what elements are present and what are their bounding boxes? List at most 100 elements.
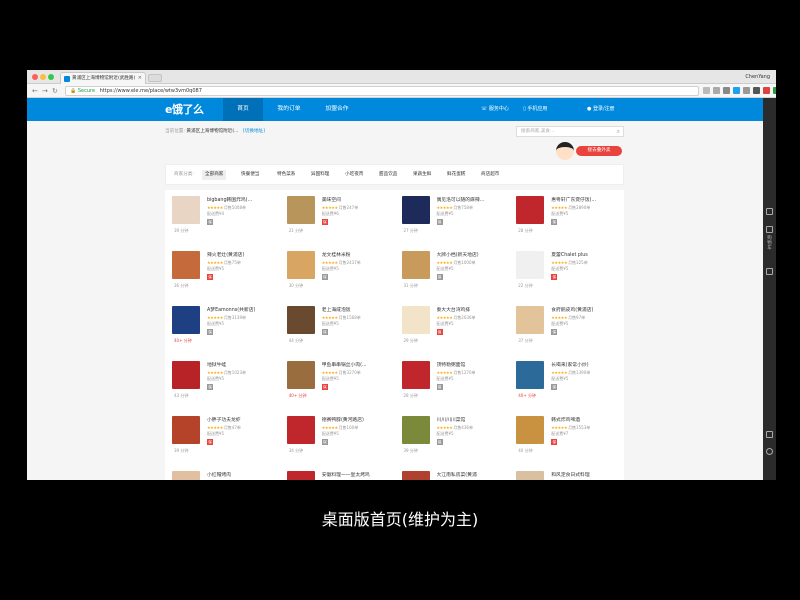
shop-card[interactable]: 地狱牛蛙 ★★★★★ 月售1023单 配送费¥5 保 43 分钟 <box>165 355 279 410</box>
close-window-button[interactable] <box>32 74 38 80</box>
filter-produce[interactable]: 果蔬生鲜 <box>410 170 434 180</box>
shop-name[interactable]: 安徽料理——皇太烤鸡 <box>322 472 388 479</box>
shop-name[interactable]: 韩式炸鸡啤酒 <box>551 417 617 424</box>
shop-card[interactable]: 惠粤轩广东煲仔饭(... ★★★★★ 月售2890单 配送费¥5 保 28 分钟 <box>509 190 623 245</box>
mobile-app-link[interactable]: ▯ 手机应用 <box>523 98 547 121</box>
extension-icon[interactable] <box>753 87 760 94</box>
shop-thumbnail[interactable] <box>172 306 200 334</box>
message-icon[interactable] <box>766 268 773 275</box>
cart-icon[interactable] <box>766 226 773 233</box>
shop-card[interactable]: 大江南私房菜(黄浦 <box>395 465 509 480</box>
service-center-link[interactable]: ☏ 服务中心 <box>481 98 509 121</box>
filter-cuisine[interactable]: 特色菜系 <box>274 170 298 180</box>
shop-thumbnail[interactable] <box>172 251 200 279</box>
shop-card[interactable]: 夏蕾Chalet plus ★★★★★ 月售325单 配送费¥5 保 22 分钟 <box>509 245 623 300</box>
shop-name[interactable]: 川川川川菜馆 <box>437 417 503 424</box>
tab-close-icon[interactable]: × <box>138 73 142 84</box>
shop-card[interactable]: 大牌小档(新天地店) ★★★★★ 月售1000单 配送费¥5 保 31 分钟 <box>395 245 509 300</box>
shop-name[interactable]: 偶见洛可以随的麻辣... <box>437 197 503 204</box>
shop-name[interactable]: A梦Eamonns(共新店) <box>207 307 273 314</box>
shop-card[interactable]: 辣火老灶(黄浦店) ★★★★★ 月售75单 配送费¥5 保 36 分钟 <box>165 245 279 300</box>
nav-my-orders[interactable]: 我的订单 <box>267 98 311 121</box>
doc-icon[interactable] <box>766 208 773 215</box>
shop-card[interactable]: 德赛鸭脖(黄河路店) ★★★★★ 月售160单 配送费¥5 保 34 分钟 <box>280 410 394 465</box>
nav-join[interactable]: 加盟合作 <box>315 98 359 121</box>
shop-thumbnail[interactable] <box>172 196 200 224</box>
shop-card[interactable]: 小胖子功夫龙虾 ★★★★★ 月售47单 配送费¥5 保 39 分钟 <box>165 410 279 465</box>
shop-card[interactable]: 川川川川菜馆 ★★★★★ 月售436单 配送费¥5 保 39 分钟 <box>395 410 509 465</box>
shop-thumbnail[interactable] <box>516 416 545 444</box>
filter-all[interactable]: 全部商家 <box>202 170 227 180</box>
shop-name[interactable]: 和风定食日式料理 <box>551 472 617 479</box>
shop-name[interactable]: 大牌小档(新天地店) <box>437 252 503 259</box>
minimize-window-button[interactable] <box>40 74 46 80</box>
shop-thumbnail[interactable] <box>401 416 430 444</box>
twitter-icon[interactable] <box>733 87 740 94</box>
filter-dessert[interactable]: 甜品饮品 <box>376 170 400 180</box>
bookmark-star-icon[interactable] <box>703 87 710 94</box>
extension-icon[interactable] <box>723 87 730 94</box>
shop-name[interactable]: 德赛鸭脖(黄河路店) <box>322 417 388 424</box>
shop-card[interactable]: 顶特勒粥面馆 ★★★★★ 月售1270单 配送费¥5 保 28 分钟 <box>395 355 509 410</box>
shop-name[interactable]: 顶特勒粥面馆 <box>437 362 503 369</box>
shop-name[interactable]: 长喝来(家常小炒) <box>551 362 617 369</box>
extension-icon[interactable] <box>713 87 720 94</box>
reload-icon[interactable]: ↻ <box>52 86 58 96</box>
shop-name[interactable]: 美味空间 <box>322 197 388 204</box>
shop-thumbnail[interactable] <box>286 471 315 480</box>
cart-label[interactable]: 购物车 <box>766 236 773 251</box>
shop-name[interactable]: 惠粤轩广东煲仔饭(... <box>551 197 617 204</box>
shop-name[interactable]: 小胖子功夫龙虾 <box>207 417 273 424</box>
extension-icon[interactable] <box>763 87 770 94</box>
shop-card[interactable]: 安徽料理——皇太烤鸡 <box>280 465 394 480</box>
url-field[interactable]: 🔒 Secure https://www.ele.me/place/wtw3vm… <box>65 86 699 96</box>
qr-code-icon[interactable] <box>766 431 773 438</box>
shop-name[interactable]: 夏蕾Chalet plus <box>551 252 617 259</box>
new-tab-button[interactable] <box>148 74 162 82</box>
shop-thumbnail[interactable] <box>401 471 430 480</box>
search-icon[interactable]: ⌕ <box>617 127 620 136</box>
search-input[interactable]: 搜索商家,美食... ⌕ <box>516 126 624 137</box>
shop-thumbnail[interactable] <box>516 361 545 389</box>
shop-card[interactable]: 小红帽烤肉 <box>165 465 279 480</box>
shop-card[interactable]: 美味空间 ★★★★★ 月售247单 配送费¥6 保 21 分钟 <box>280 190 394 245</box>
shop-thumbnail[interactable] <box>401 306 430 334</box>
shop-name[interactable]: 秦大大台湾鸡排 <box>437 307 503 314</box>
shop-card[interactable]: 韩式炸鸡啤酒 ★★★★★ 月售1553单 配送费¥7 保 40 分钟 <box>509 410 623 465</box>
shop-card[interactable]: 龙文桂林米粉 ★★★★★ 月售2437单 配送费¥5 保 30 分钟 <box>280 245 394 300</box>
shop-thumbnail[interactable] <box>286 196 315 224</box>
shop-card[interactable]: 偶见洛可以随的麻辣... ★★★★★ 月售758单 配送费¥5 保 27 分钟 <box>395 190 509 245</box>
shop-thumbnail[interactable] <box>286 361 315 389</box>
extension-icon[interactable] <box>743 87 750 94</box>
back-arrow-icon[interactable]: ← <box>32 86 38 96</box>
filter-fastfood[interactable]: 快餐便当 <box>238 170 262 180</box>
shop-thumbnail[interactable] <box>516 471 545 480</box>
shop-thumbnail[interactable] <box>286 251 315 279</box>
shop-name[interactable]: 龙文桂林米粉 <box>322 252 388 259</box>
maximize-window-button[interactable] <box>48 74 54 80</box>
shop-name[interactable]: 地狱牛蛙 <box>207 362 273 369</box>
login-link[interactable]: ● 登录/注册 <box>587 98 615 121</box>
promo-mascot[interactable]: 接去叠外卖 <box>550 140 626 164</box>
forward-arrow-icon[interactable]: → <box>42 86 48 96</box>
shop-name[interactable]: 大江南私房菜(黄浦 <box>437 472 503 479</box>
shop-card[interactable]: 食府鹅皮鸡(黄浦店) ★★★★★ 月售97单 配送费¥5 保 37 分钟 <box>509 300 623 355</box>
shop-card[interactable]: 和风定食日式料理 <box>509 465 623 480</box>
filter-foreign[interactable]: 异国料理 <box>308 170 332 180</box>
shop-thumbnail[interactable] <box>401 196 430 224</box>
shop-card[interactable]: bigbang韩国炸鸡(... ★★★★★ 月售5008单 配送费¥4 保 39 分钟 <box>165 190 279 245</box>
shop-card[interactable]: 长喝来(家常小炒) ★★★★★ 月售1390单 配送费¥5 保 40+ 分钟 <box>509 355 623 410</box>
shop-thumbnail[interactable] <box>516 251 545 279</box>
filter-snack[interactable]: 小吃夜宵 <box>342 170 366 180</box>
switch-address-link[interactable]: [切换地址] <box>243 129 265 134</box>
shop-name[interactable]: 老上海咸泡饭 <box>322 307 388 314</box>
shop-thumbnail[interactable] <box>401 361 430 389</box>
shop-thumbnail[interactable] <box>286 416 315 444</box>
shop-card[interactable]: 秦大大台湾鸡排 ★★★★★ 月售2036单 配送费¥5 保 29 分钟 <box>395 300 509 355</box>
shop-card[interactable]: 老上海咸泡饭 ★★★★★ 月售1568单 配送费¥5 保 44 分钟 <box>280 300 394 355</box>
site-logo[interactable]: e饿了么 <box>165 102 204 117</box>
shop-name[interactable]: 食府鹅皮鸡(黄浦店) <box>551 307 617 314</box>
shop-name[interactable]: 甲鱼串串锅丝小肉(... <box>322 362 388 369</box>
shop-name[interactable]: 辣火老灶(黄浦店) <box>207 252 273 259</box>
extension-icon[interactable] <box>773 87 776 94</box>
